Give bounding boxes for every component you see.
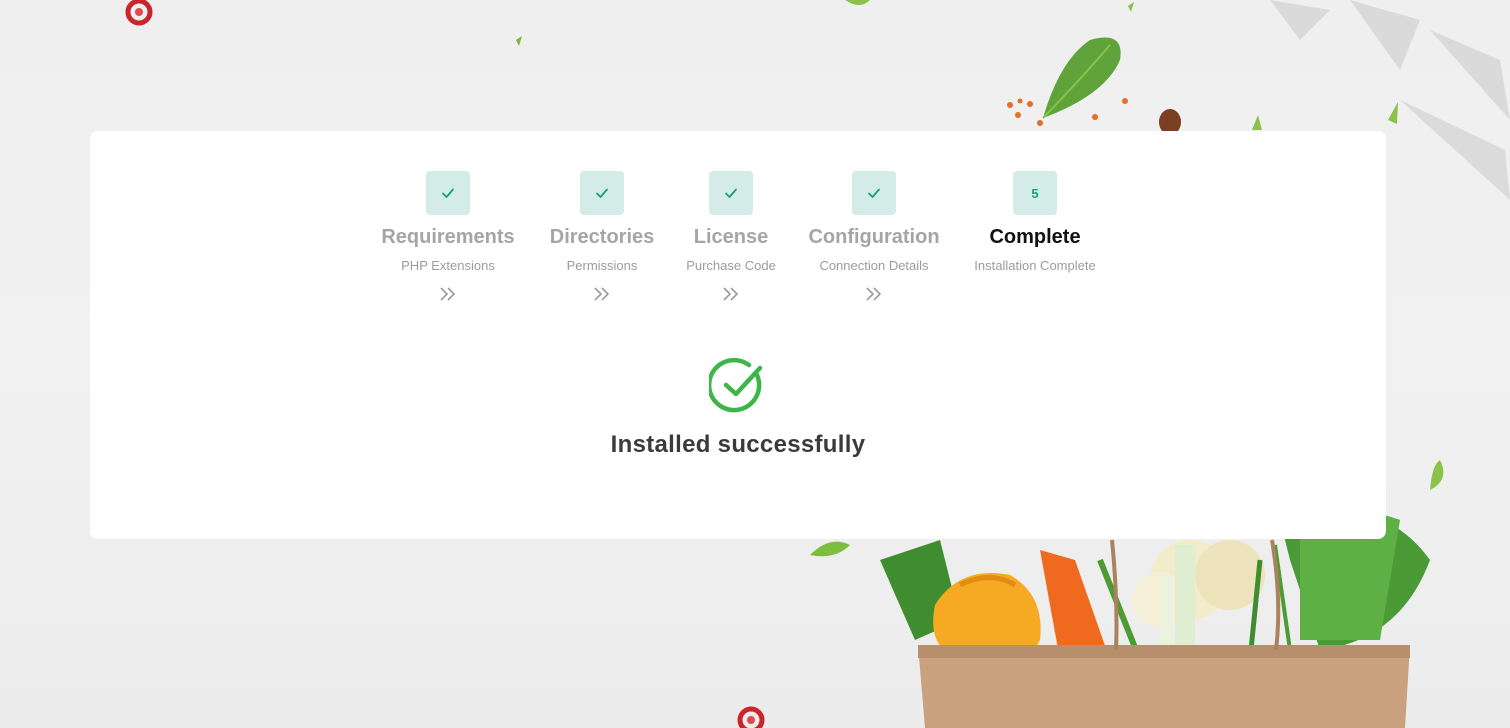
- step-title: Complete: [989, 226, 1081, 248]
- double-chevron-right-icon: [866, 287, 882, 301]
- step-status-box: [426, 171, 470, 215]
- leaf-icon: [1128, 2, 1134, 12]
- step-status-box: [709, 171, 753, 215]
- leaf-icon: [1388, 102, 1398, 124]
- pepper-slice-icon: [125, 0, 153, 26]
- leaf-icon: [1430, 460, 1444, 490]
- step-subtitle: Purchase Code: [686, 258, 776, 273]
- check-icon: [725, 188, 737, 198]
- step-subtitle: PHP Extensions: [401, 258, 495, 273]
- step-status-box: 5: [1013, 171, 1057, 215]
- installer-card: Requirements PHP Extensions Directories …: [90, 131, 1386, 539]
- leaf-icon: [845, 0, 870, 5]
- check-circle-icon: [709, 357, 763, 413]
- success-message: Installed successfully: [610, 431, 866, 458]
- double-chevron-right-icon: [723, 287, 739, 301]
- check-icon: [596, 188, 608, 198]
- double-chevron-right-icon: [594, 287, 610, 301]
- double-chevron-right-icon: [440, 287, 456, 301]
- step-title: Configuration: [808, 226, 940, 248]
- step-status-box: [852, 171, 896, 215]
- step-subtitle: Installation Complete: [974, 258, 1096, 273]
- step-title: License: [693, 226, 769, 248]
- grocery-bag: [810, 511, 1430, 728]
- check-icon: [442, 188, 454, 198]
- step-title: Requirements: [381, 226, 515, 248]
- step-subtitle: Connection Details: [819, 258, 929, 273]
- step-status-box: [580, 171, 624, 215]
- leaf-icon: [516, 36, 522, 46]
- leaf-icon: [1252, 115, 1262, 130]
- check-icon: [868, 188, 880, 198]
- pepper-slice-icon: [737, 706, 765, 728]
- step-number: 5: [1031, 185, 1039, 201]
